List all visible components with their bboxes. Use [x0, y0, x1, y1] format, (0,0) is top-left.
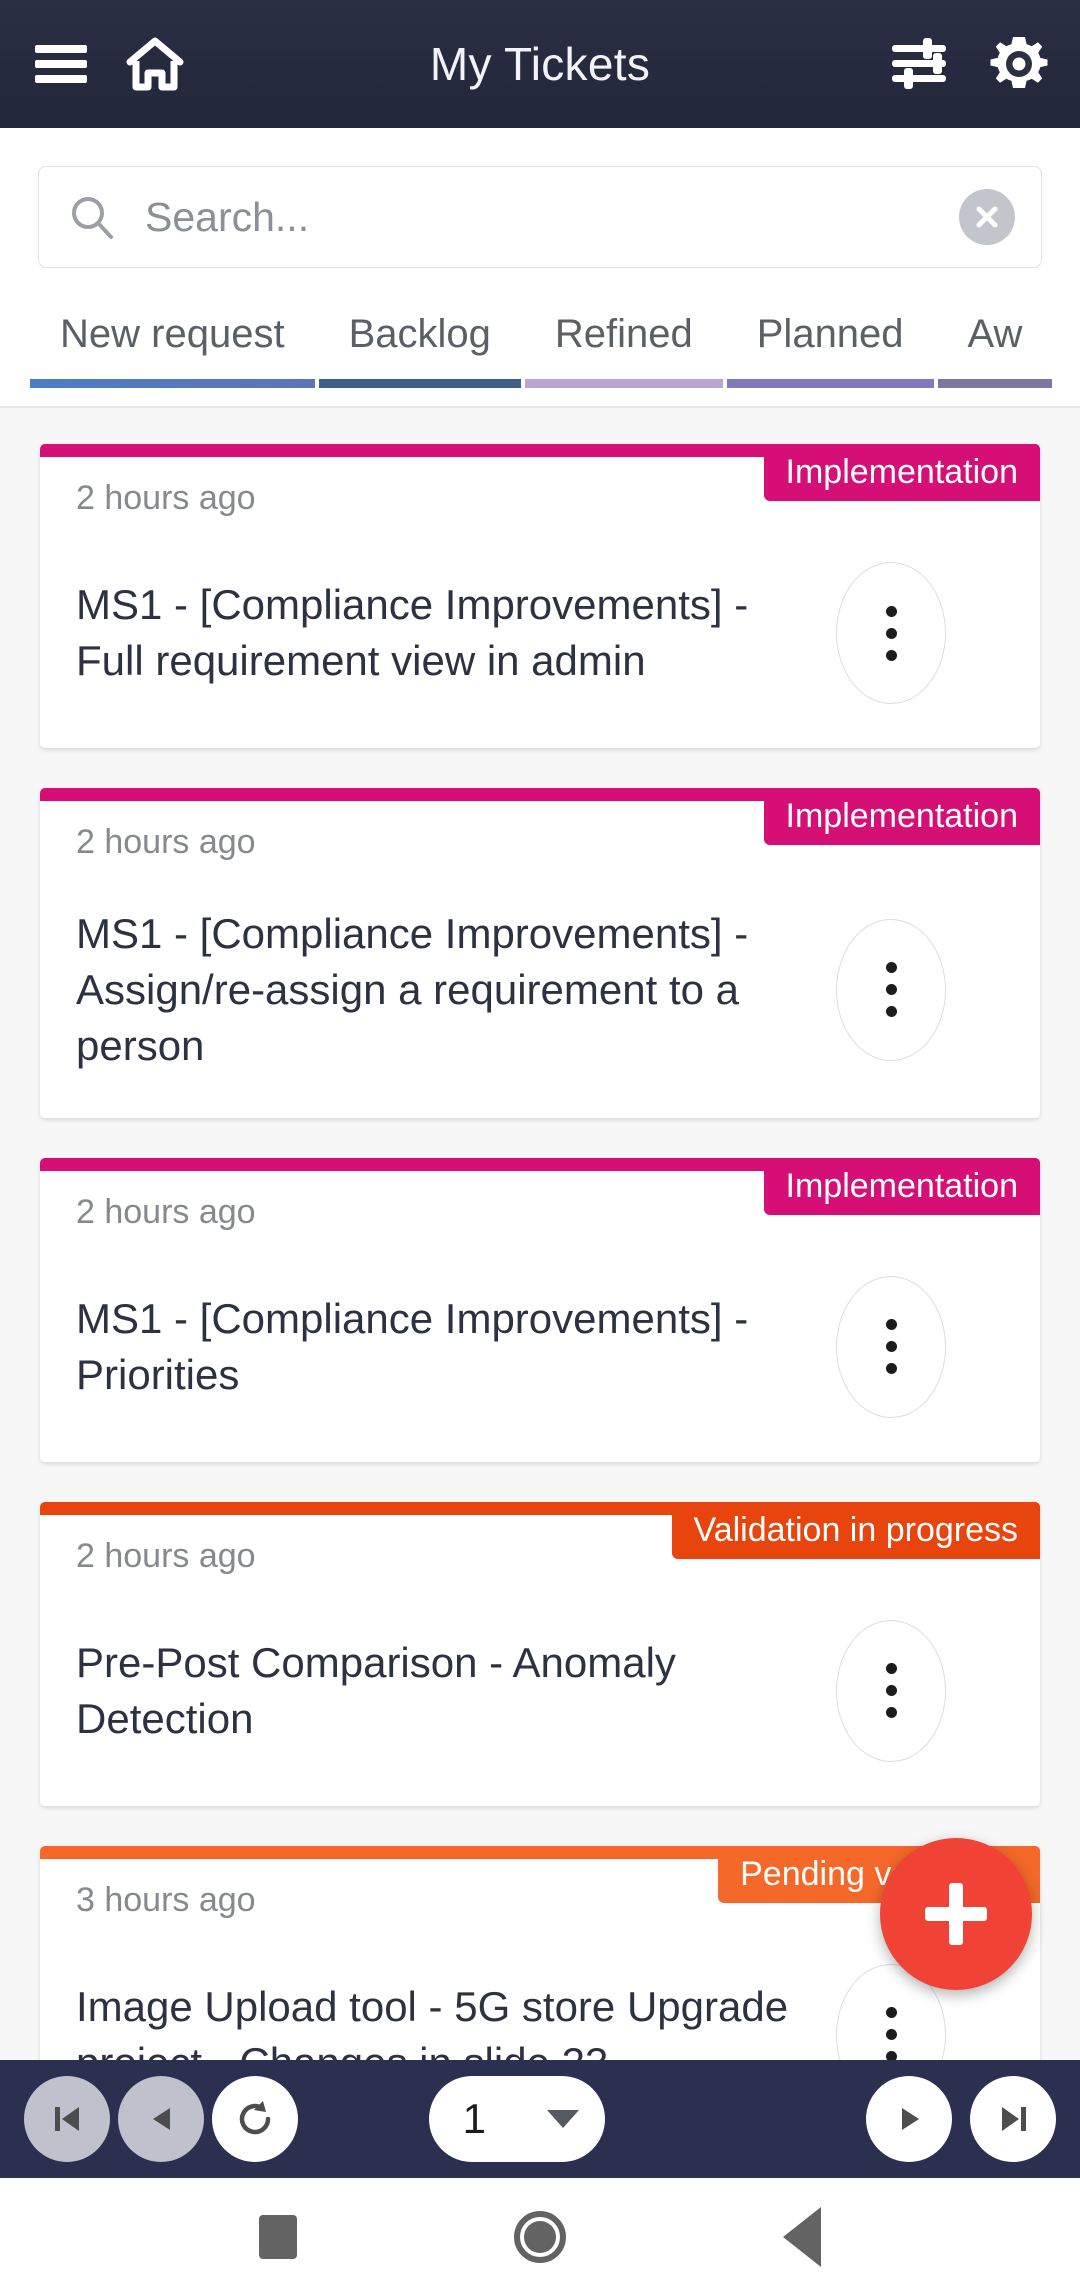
tab-aw[interactable]: Aw — [937, 300, 1053, 388]
search-section: Search... — [0, 128, 1080, 268]
card-overflow-menu-icon[interactable] — [836, 1275, 946, 1418]
pagination-bar: 1 — [0, 2060, 1080, 2178]
tab-underline — [524, 379, 723, 388]
gear-icon[interactable] — [986, 31, 1052, 97]
ticket-card[interactable]: Implementation 2 hours ago MS1 - [Complian… — [40, 444, 1040, 748]
card-timestamp: 2 hours ago — [76, 1192, 256, 1231]
tab-label: Aw — [967, 312, 1023, 356]
card-overflow-menu-icon[interactable] — [836, 1619, 946, 1762]
card-main-row: Pre-Post Comparison - Anomaly Detection — [76, 1619, 1004, 1762]
app-screen: My Tickets Search... New request Backlog… — [0, 0, 1080, 2295]
header-right-actions — [886, 31, 1052, 97]
pagination-refresh-button[interactable] — [212, 2076, 298, 2162]
tab-label: New request — [60, 312, 285, 356]
ticket-list[interactable]: Implementation 2 hours ago MS1 - [Complian… — [0, 408, 1080, 2060]
card-overflow-menu-icon[interactable] — [836, 918, 946, 1061]
card-timestamp: 2 hours ago — [76, 479, 256, 517]
header-left-actions — [28, 31, 188, 97]
filter-sliders-icon[interactable] — [886, 31, 952, 97]
page-number-value: 1 — [462, 2095, 487, 2142]
card-main-row: MS1 - [Compliance Improvements] - Full r… — [76, 562, 1004, 704]
pagination-prev-button[interactable] — [118, 2076, 204, 2162]
search-icon — [72, 197, 113, 239]
tab-underline — [318, 379, 521, 388]
tab-label: Planned — [756, 312, 904, 356]
ticket-card[interactable]: Validation in progress 2 hours ago Pre-Pos… — [40, 1501, 1040, 1806]
card-body: 2 hours ago Pre-Post Comparison - Anomaly… — [40, 1515, 1040, 1806]
tab-new-request[interactable]: New request — [30, 300, 315, 388]
tab-planned[interactable]: Planned — [726, 300, 934, 388]
card-body: 2 hours ago MS1 - [Compliance Improvement… — [40, 801, 1040, 1118]
card-timestamp: 3 hours ago — [76, 1880, 256, 1919]
card-overflow-menu-icon[interactable] — [836, 562, 946, 704]
ticket-card[interactable]: Implementation 2 hours ago MS1 - [Complian… — [40, 1157, 1040, 1462]
circle-home-icon[interactable] — [513, 2210, 566, 2263]
square-recents-icon[interactable] — [258, 2214, 297, 2259]
tab-label: Backlog — [348, 312, 491, 356]
tab-underline — [937, 379, 1053, 388]
next-icon — [901, 2108, 919, 2130]
page-number-select[interactable]: 1 — [428, 2076, 605, 2162]
card-timestamp: 2 hours ago — [76, 1536, 256, 1575]
card-title: Image Upload tool - 5G store Upgrade pro… — [76, 1982, 789, 2060]
pagination-next-button[interactable] — [865, 2076, 952, 2162]
card-body: 2 hours ago MS1 - [Compliance Improvement… — [40, 457, 1040, 748]
card-main-row: Image Upload tool - 5G store Upgrade pro… — [76, 1963, 1004, 2060]
status-tabs: New request Backlog Refined Planned Aw — [0, 300, 1080, 406]
pagination-right-actions — [865, 2076, 1056, 2162]
card-main-row: MS1 - [Compliance Improvements] - Assign… — [76, 906, 1004, 1074]
skip-to-first-icon — [55, 2107, 79, 2131]
add-ticket-fab[interactable] — [880, 1838, 1032, 1990]
skip-to-last-icon — [1001, 2107, 1026, 2131]
card-main-row: MS1 - [Compliance Improvements] - Priori… — [76, 1275, 1004, 1418]
triangle-back-icon[interactable] — [783, 2206, 822, 2267]
card-title: Pre-Post Comparison - Anomaly Detection — [76, 1638, 676, 1742]
ticket-card[interactable]: Implementation 2 hours ago MS1 - [Complian… — [40, 788, 1040, 1118]
app-header: My Tickets — [0, 0, 1080, 128]
card-body: 2 hours ago MS1 - [Compliance Improvement… — [40, 1171, 1040, 1462]
search-placeholder: Search... — [145, 193, 310, 240]
card-title: MS1 - [Compliance Improvements] - Priori… — [76, 1294, 749, 1398]
refresh-icon — [239, 2101, 271, 2135]
android-system-nav — [0, 2178, 1080, 2295]
tab-label: Refined — [554, 312, 693, 356]
tab-backlog[interactable]: Backlog — [318, 300, 521, 388]
pagination-first-button[interactable] — [24, 2076, 110, 2162]
hamburger-menu-icon[interactable] — [28, 31, 94, 97]
home-icon[interactable] — [122, 31, 188, 97]
chevron-down-icon — [546, 2110, 579, 2128]
search-input[interactable]: Search... — [38, 166, 1042, 268]
previous-icon — [153, 2108, 170, 2130]
card-title: MS1 - [Compliance Improvements] - Assign… — [76, 910, 749, 1069]
card-timestamp: 2 hours ago — [76, 823, 256, 861]
tab-underline — [726, 379, 934, 388]
card-title: MS1 - [Compliance Improvements] - Full r… — [76, 581, 749, 684]
tab-refined[interactable]: Refined — [524, 300, 723, 388]
pagination-last-button[interactable] — [969, 2076, 1056, 2162]
tab-underline — [30, 379, 315, 388]
clear-close-icon[interactable] — [959, 189, 1015, 245]
